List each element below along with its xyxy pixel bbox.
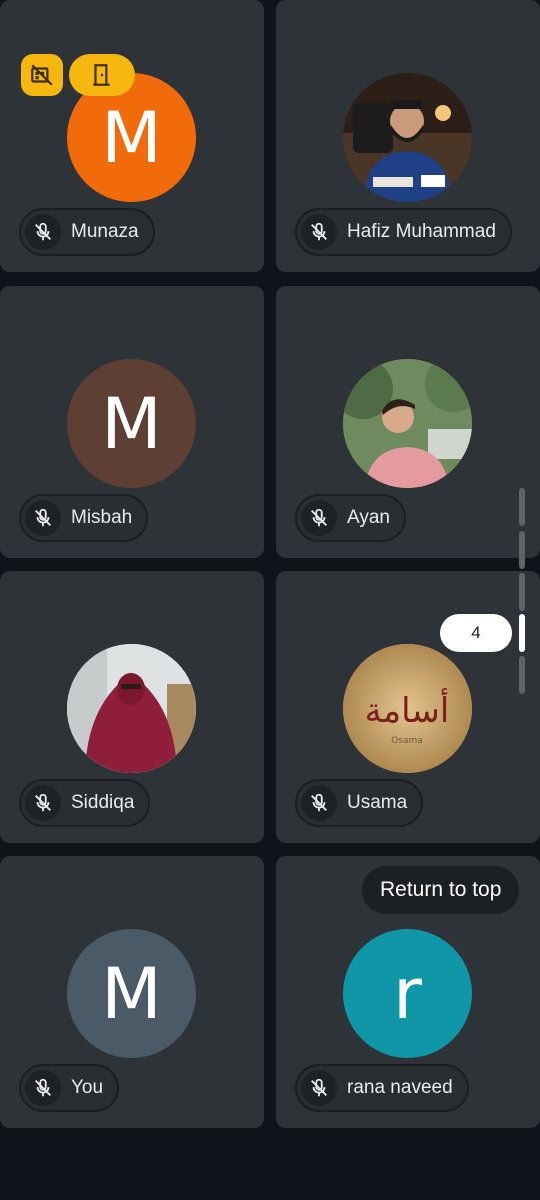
participant-tile-hafiz-muhammad[interactable]: Hafiz Muhammad [276, 0, 540, 272]
logo-latin-text: Osama [391, 736, 423, 746]
participant-tile-siddiqa[interactable]: Siddiqa [0, 571, 264, 843]
participant-tile-you[interactable]: M You [0, 856, 264, 1128]
participant-name: Ayan [347, 507, 390, 528]
door-exit-icon [93, 64, 110, 86]
participant-name: rana naveed [347, 1077, 453, 1098]
mic-off-icon [25, 1070, 61, 1106]
mic-off-icon [25, 214, 61, 250]
avatar-photo [343, 359, 472, 488]
mic-off-icon [25, 500, 61, 536]
mic-off-icon [301, 785, 337, 821]
name-pill: You [19, 1064, 120, 1112]
no-video-badge [21, 54, 63, 96]
avatar-logo: أسامة Osama [343, 644, 472, 773]
name-pill: Siddiqa [19, 779, 151, 827]
participant-name: Misbah [71, 507, 133, 528]
status-badges [21, 54, 135, 96]
avatar-photo [343, 73, 472, 202]
avatar: M [67, 359, 196, 488]
avatar-photo [67, 644, 196, 773]
participant-name: Usama [347, 792, 408, 813]
name-pill: rana naveed [295, 1064, 469, 1112]
participant-tile-munaza[interactable]: M Munaza [0, 0, 264, 272]
mic-off-icon [301, 1070, 337, 1106]
mic-off-icon [301, 500, 337, 536]
avatar: r [343, 929, 472, 1058]
mic-off-icon [301, 214, 337, 250]
logo-arabic-text: أسامة [365, 688, 450, 731]
participant-grid: M Munaza Hafiz Muhammad M Misbah Ayan Si… [0, 0, 540, 1200]
page-scroll-indicator-3[interactable] [519, 573, 525, 611]
name-pill: Usama [295, 779, 424, 827]
page-scroll-indicator-5[interactable] [519, 656, 525, 694]
participant-tile-misbah[interactable]: M Misbah [0, 286, 264, 558]
mic-off-icon [25, 785, 61, 821]
participant-name: You [71, 1077, 104, 1098]
page-scroll-indicator-1[interactable] [519, 488, 525, 526]
page-scroll-indicator-current[interactable] [519, 614, 525, 652]
participant-name: Munaza [71, 221, 139, 242]
participant-tile-usama[interactable]: أسامة Osama Usama [276, 571, 540, 843]
name-pill: Ayan [295, 494, 406, 542]
participant-name: Hafiz Muhammad [347, 221, 496, 242]
name-pill: Munaza [19, 208, 155, 256]
avatar: M [67, 929, 196, 1058]
page-number-pill: 4 [440, 614, 512, 652]
participant-name: Siddiqa [71, 792, 135, 813]
leave-badge [69, 54, 135, 96]
name-pill: Misbah [19, 494, 149, 542]
participant-tile-ayan[interactable]: Ayan [276, 286, 540, 558]
no-video-icon [31, 64, 53, 86]
page-scroll-indicator-2[interactable] [519, 531, 525, 569]
name-pill: Hafiz Muhammad [295, 208, 512, 256]
return-to-top-button[interactable]: Return to top [362, 866, 520, 914]
